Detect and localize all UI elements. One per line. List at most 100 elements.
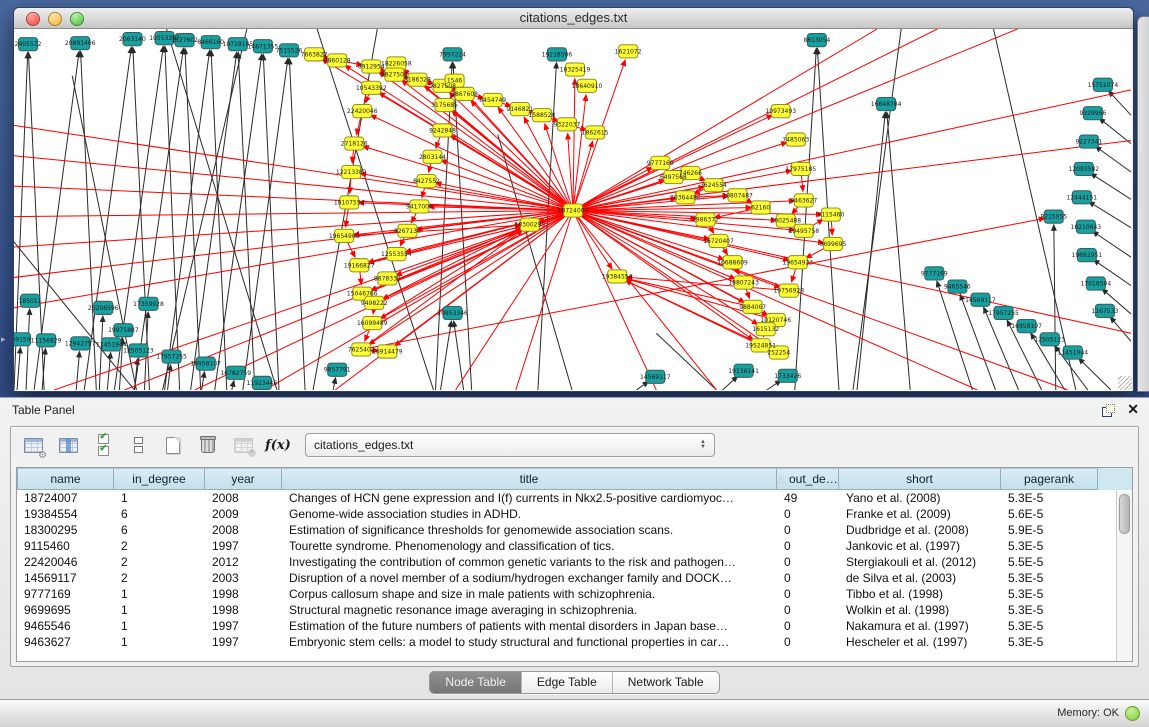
- table-cell[interactable]: 9777169: [17, 587, 114, 601]
- table-cell[interactable]: 18300295: [17, 523, 114, 537]
- table-cell[interactable]: 2008: [205, 523, 282, 537]
- table-cell[interactable]: 0: [777, 507, 839, 521]
- table-cell[interactable]: Embryonic stem cells: a model to study s…: [282, 635, 777, 649]
- row-height-button[interactable]: [126, 433, 150, 457]
- table-cell[interactable]: de Silva et al. (2003): [839, 571, 1001, 585]
- table-cell[interactable]: Wolkin et al. (1998): [839, 603, 1001, 617]
- column-header-pagerank[interactable]: pagerank: [1001, 468, 1098, 490]
- table-cell[interactable]: 6: [114, 523, 205, 537]
- table-cell[interactable]: 2: [114, 539, 205, 553]
- table-cell[interactable]: 5.9E-5: [1001, 523, 1098, 537]
- table-cell[interactable]: 5.3E-5: [1001, 571, 1098, 585]
- create-column-button[interactable]: [161, 433, 185, 457]
- table-cell[interactable]: Changes of HCN gene expression and I(f) …: [282, 491, 777, 505]
- table-cell[interactable]: 5.3E-5: [1001, 539, 1098, 553]
- scrollbar-thumb[interactable]: [1119, 494, 1130, 534]
- table-cell[interactable]: 1: [114, 603, 205, 617]
- table-cell[interactable]: Jankovic et al. (1997): [839, 539, 1001, 553]
- table-cell[interactable]: Franke et al. (2009): [839, 507, 1001, 521]
- network-canvas[interactable]: 2405572208914062063140105532571527602846…: [14, 29, 1131, 390]
- table-cell[interactable]: 1997: [205, 539, 282, 553]
- table-cell[interactable]: Estimation of significance thresholds fo…: [282, 523, 777, 537]
- table-cell[interactable]: Stergiakouli et al. (2012): [839, 555, 1001, 569]
- table-cell[interactable]: Hescheler et al. (1997): [839, 635, 1001, 649]
- table-cell[interactable]: 1997: [205, 619, 282, 633]
- table-cell[interactable]: Dudbridge et al. (2008): [839, 523, 1001, 537]
- column-header-short[interactable]: short: [839, 468, 1001, 490]
- zoom-window-button[interactable]: [70, 12, 84, 26]
- table-row[interactable]: 946554611997Estimation of the future num…: [17, 618, 1132, 634]
- table-cell[interactable]: 9465546: [17, 619, 114, 633]
- table-cell[interactable]: 1: [114, 587, 205, 601]
- table-cell[interactable]: 0: [777, 571, 839, 585]
- column-header-year[interactable]: year: [205, 468, 282, 490]
- table-row[interactable]: 1872400712008Changes of HCN gene express…: [17, 490, 1132, 506]
- table-cell[interactable]: 9699695: [17, 603, 114, 617]
- table-cell[interactable]: 5.3E-5: [1001, 619, 1098, 633]
- table-cell[interactable]: 1: [114, 491, 205, 505]
- table-cell[interactable]: 14569117: [17, 571, 114, 585]
- column-header-in_degree[interactable]: in_degree: [114, 468, 205, 490]
- table-cell[interactable]: 1: [114, 635, 205, 649]
- table-cell[interactable]: 1: [114, 619, 205, 633]
- table-row[interactable]: 911546021997Tourette syndrome. Phenomeno…: [17, 538, 1132, 554]
- table-cell[interactable]: 6: [114, 507, 205, 521]
- table-cell[interactable]: Structural magnetic resonance image aver…: [282, 603, 777, 617]
- table-cell[interactable]: 5.3E-5: [1001, 603, 1098, 617]
- table-cell[interactable]: 9115460: [17, 539, 114, 553]
- table-cell[interactable]: 0: [777, 635, 839, 649]
- table-cell[interactable]: 1997: [205, 635, 282, 649]
- table-row[interactable]: 969969511998Structural magnetic resonanc…: [17, 602, 1132, 618]
- table-cell[interactable]: 5.3E-5: [1001, 635, 1098, 649]
- table-row[interactable]: 1456911722003Disruption of a novel membe…: [17, 570, 1132, 586]
- table-cell[interactable]: 19384554: [17, 507, 114, 521]
- column-header-title[interactable]: title: [282, 468, 777, 490]
- tab-network-table[interactable]: Network Table: [612, 672, 719, 693]
- column-header-out_de[interactable]: △out_de…: [777, 468, 839, 490]
- table-cell[interactable]: 0: [777, 539, 839, 553]
- table-source-dropdown[interactable]: citations_edges.txt ▲▼: [305, 433, 715, 457]
- table-row[interactable]: 1830029562008Estimation of significance …: [17, 522, 1132, 538]
- tab-edge-table[interactable]: Edge Table: [521, 672, 612, 693]
- close-panel-icon[interactable]: ✕: [1127, 401, 1139, 418]
- table-cell[interactable]: 0: [777, 603, 839, 617]
- table-cell[interactable]: Tibbo et al. (1998): [839, 587, 1001, 601]
- delete-columns-button[interactable]: [196, 433, 220, 457]
- table-cell[interactable]: Yano et al. (2008): [839, 491, 1001, 505]
- tab-node-table[interactable]: Node Table: [430, 672, 521, 693]
- table-cell[interactable]: 18724007: [17, 491, 114, 505]
- table-cell[interactable]: Corpus callosum shape and size in male p…: [282, 587, 777, 601]
- table-cell[interactable]: 0: [777, 523, 839, 537]
- float-panel-icon[interactable]: [1102, 404, 1115, 417]
- table-cell[interactable]: Investigating the contribution of common…: [282, 555, 777, 569]
- table-cell[interactable]: 2009: [205, 507, 282, 521]
- table-cell[interactable]: 2008: [205, 491, 282, 505]
- vertical-scrollbar[interactable]: [1116, 491, 1132, 661]
- table-cell[interactable]: Disruption of a novel member of a sodium…: [282, 571, 777, 585]
- select-columns-button[interactable]: [56, 433, 80, 457]
- panel-collapse-arrow[interactable]: ▸: [1, 334, 6, 345]
- show-hide-columns-button[interactable]: [91, 433, 115, 457]
- table-cell[interactable]: 0: [777, 555, 839, 569]
- table-cell[interactable]: 2: [114, 571, 205, 585]
- table-cell[interactable]: Genome-wide association studies in ADHD.: [282, 507, 777, 521]
- table-row[interactable]: 1938455462009Genome-wide association stu…: [17, 506, 1132, 522]
- network-view-window[interactable]: citations_edges.txt 24055722089140620631…: [13, 7, 1134, 392]
- background-window-sliver[interactable]: [1137, 16, 1149, 392]
- table-cell[interactable]: 1998: [205, 587, 282, 601]
- table-cell[interactable]: 0: [777, 587, 839, 601]
- table-cell[interactable]: 2: [114, 555, 205, 569]
- function-builder-button[interactable]: f(x): [266, 433, 290, 457]
- table-cell[interactable]: 9463627: [17, 635, 114, 649]
- table-cell[interactable]: 5.5E-5: [1001, 555, 1098, 569]
- table-cell[interactable]: Nakamura et al. (1997): [839, 619, 1001, 633]
- column-header-name[interactable]: name: [17, 468, 114, 490]
- table-cell[interactable]: Tourette syndrome. Phenomenology and cla…: [282, 539, 777, 553]
- table-cell[interactable]: 5.3E-5: [1001, 491, 1098, 505]
- table-cell[interactable]: 2012: [205, 555, 282, 569]
- table-cell[interactable]: 5.6E-5: [1001, 507, 1098, 521]
- table-cell[interactable]: 22420046: [17, 555, 114, 569]
- table-cell[interactable]: 49: [777, 491, 839, 505]
- close-window-button[interactable]: [26, 12, 40, 26]
- table-settings-button[interactable]: ⚙: [21, 433, 45, 457]
